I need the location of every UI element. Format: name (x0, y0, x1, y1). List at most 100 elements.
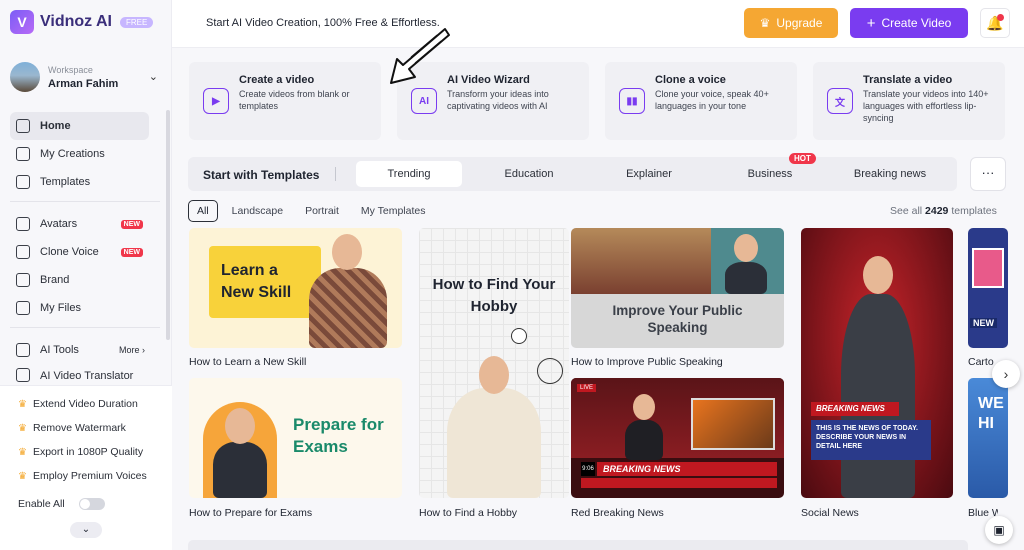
plus-icon: + (866, 14, 876, 32)
presenter-image (447, 388, 541, 498)
presenter-image (625, 420, 663, 460)
chat-support-button[interactable]: ▣ (985, 516, 1013, 544)
ai-wizard-icon: AI (411, 88, 437, 114)
template-caption: Red Breaking News (571, 507, 664, 519)
sidebar-item-home[interactable]: Home (10, 112, 149, 140)
crown-icon: ♛ (759, 16, 771, 30)
sidebar-item-label: Templates (40, 176, 91, 188)
filter-chips: All Landscape Portrait My Templates (188, 200, 434, 222)
template-card-blue[interactable]: WE HI (968, 378, 1008, 498)
presenter-head (734, 234, 758, 262)
carousel-next-button[interactable]: › (992, 360, 1020, 388)
quick-action-create-video[interactable]: ▶ Create a video Create videos from blank… (189, 62, 381, 140)
translate-icon: 文 (827, 88, 853, 114)
enable-all-label: Enable All (18, 498, 65, 510)
chevron-right-icon: › (1003, 366, 1009, 382)
sidebar-item-label: My Files (40, 302, 81, 314)
template-tabbar: Start with Templates Trending Education … (188, 153, 957, 191)
template-card-learn-skill[interactable]: Learn a New Skill (189, 228, 402, 348)
more-tabs-button[interactable]: ··· (970, 157, 1006, 191)
template-card-red-breaking-news[interactable]: LIVE 9:06 BREAKING NEWS (571, 378, 784, 498)
audience-image (571, 228, 711, 294)
template-caption: How to Improve Public Speaking (571, 356, 723, 368)
news-ticker (581, 478, 777, 488)
nav-primary: Home My Creations Templates (10, 112, 149, 196)
template-caption: How to Learn a New Skill (189, 356, 307, 368)
sidebar-item-label: Home (40, 120, 71, 132)
quick-action-title: Translate a video (863, 74, 953, 86)
template-caption: How to Prepare for Exams (189, 507, 313, 519)
sidebar-item-label: Clone Voice (40, 246, 99, 258)
create-video-button[interactable]: + Create Video (850, 8, 968, 38)
sidebar-item-my-files[interactable]: My Files (10, 294, 149, 322)
sidebar-item-brand[interactable]: Brand (10, 266, 149, 294)
filter-all[interactable]: All (188, 200, 218, 222)
sidebar-item-label: AI Tools (40, 344, 79, 356)
avatar (10, 62, 40, 92)
sidebar-scrollbar[interactable] (166, 110, 170, 340)
tab-business[interactable]: Business (717, 161, 823, 187)
quick-action-title: Clone a voice (655, 74, 726, 86)
quick-action-desc: Clone your voice, speak 40+ languages in… (655, 89, 769, 111)
see-all-link[interactable]: See all 2429 templates (890, 205, 997, 217)
chevron-down-icon[interactable]: ⌄ (149, 70, 158, 83)
sidebar-item-templates[interactable]: Templates (10, 168, 149, 196)
tennis-racket-icon (537, 358, 563, 384)
sidebar-item-clone-voice[interactable]: Clone Voice NEW (10, 238, 149, 266)
sidebar-item-label: Brand (40, 274, 70, 286)
quick-action-clone-voice[interactable]: ▮▮ Clone a voice Clone your voice, speak … (605, 62, 797, 140)
files-icon (16, 301, 30, 315)
pointer-arrow-icon (390, 28, 450, 84)
tab-trending[interactable]: Trending (356, 161, 462, 187)
tab-education[interactable]: Education (476, 161, 582, 187)
notification-dot (997, 14, 1004, 21)
template-card-find-hobby[interactable]: How to Find Your Hobby (419, 228, 569, 498)
divider (335, 167, 336, 181)
presenter-head (633, 394, 655, 420)
template-card-carto[interactable]: NEW (968, 228, 1008, 348)
cartoon-image (972, 248, 1004, 288)
upsell-item[interactable]: ♛ Export in 1080P Quality (0, 440, 172, 464)
plan-badge: FREE (120, 16, 154, 28)
presenter-head (225, 408, 255, 444)
tab-breaking-news[interactable]: Breaking news (837, 161, 943, 187)
sidebar-item-avatars[interactable]: Avatars NEW (10, 210, 149, 238)
quick-action-title: AI Video Wizard (447, 74, 530, 86)
template-card-social-news[interactable]: BREAKING NEWS THIS IS THE NEWS OF TODAY.… (801, 228, 953, 498)
template-card-prepare-exams[interactable]: Prepare for Exams (189, 378, 402, 498)
tab-explainer[interactable]: Explainer (596, 161, 702, 187)
more-link[interactable]: More › (119, 345, 145, 355)
upsell-item[interactable]: ♛ Remove Watermark (0, 416, 172, 440)
upsell-item[interactable]: ♛ Employ Premium Voices (0, 464, 172, 488)
notifications-button[interactable]: 🔔 (980, 8, 1010, 38)
nav-tools: AI Tools More › AI Video Translator (10, 336, 149, 382)
crown-icon: ♛ (18, 422, 27, 434)
sidebar-item-ai-video-translator[interactable]: AI Video Translator (10, 364, 149, 382)
presenter-image (725, 262, 767, 294)
thumbnail-title: Improve Your Public Speaking (612, 303, 743, 335)
filter-portrait[interactable]: Portrait (297, 201, 347, 221)
sidebar-item-my-creations[interactable]: My Creations (10, 140, 149, 168)
soccer-ball-icon (511, 328, 527, 344)
thumbnail-title: How to Find Your Hobby (432, 276, 556, 315)
time-label: 9:06 (581, 462, 595, 476)
quick-action-translate-video[interactable]: 文 Translate a video Translate your videos… (813, 62, 1005, 140)
workspace-label: Workspace (48, 64, 93, 75)
sidebar-item-ai-tools[interactable]: AI Tools More › (10, 336, 149, 364)
brand-logo[interactable]: V Vidnoz AI FREE (10, 10, 154, 34)
upsell-item[interactable]: ♛ Extend Video Duration (0, 392, 172, 416)
voice-clone-icon: ▮▮ (619, 88, 645, 114)
upgrade-button[interactable]: ♛ Upgrade (744, 8, 838, 38)
new-badge: NEW (120, 247, 143, 257)
sidebar: V Vidnoz AI FREE Workspace Arman Fahim ⌄… (0, 0, 172, 550)
collapse-button[interactable]: ⌄ (70, 522, 102, 538)
workspace-switcher[interactable]: Workspace Arman Fahim ⌄ (10, 58, 160, 96)
filter-my-templates[interactable]: My Templates (353, 201, 434, 221)
avatar-icon (16, 217, 30, 231)
template-card-public-speaking[interactable]: Improve Your Public Speaking (571, 228, 784, 348)
voice-icon (16, 245, 30, 259)
enable-all-toggle[interactable] (78, 498, 105, 510)
video-plus-icon: ▶ (203, 88, 229, 114)
filter-landscape[interactable]: Landscape (224, 201, 291, 221)
divider (10, 327, 160, 328)
